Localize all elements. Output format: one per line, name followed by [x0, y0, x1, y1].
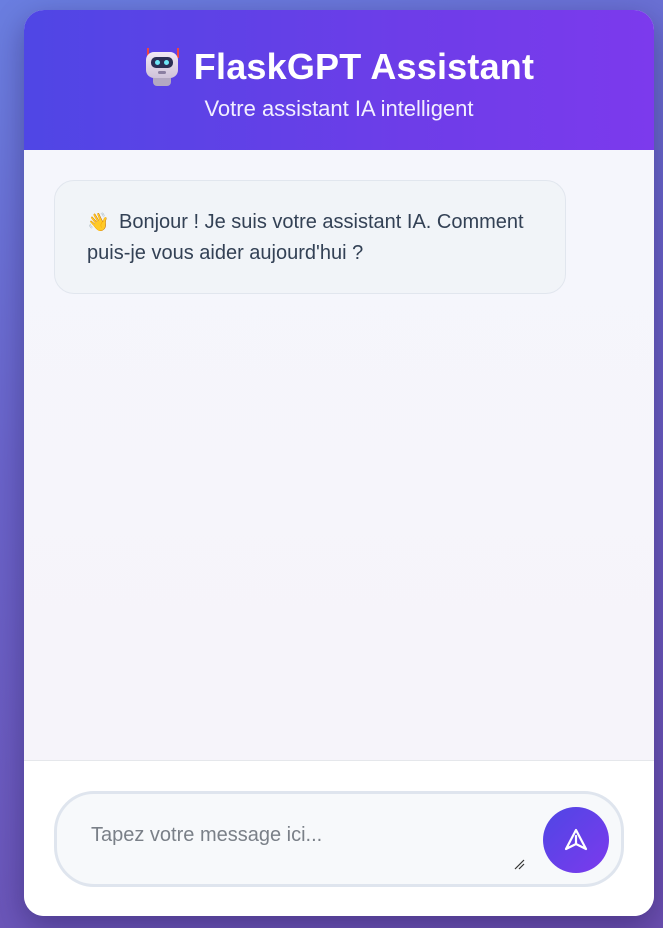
message-input-wrapper [54, 791, 624, 887]
waving-hand-icon: 👋 [87, 212, 110, 232]
send-icon [564, 828, 588, 851]
robot-icon [144, 48, 180, 86]
message-text: Bonjour ! Je suis votre assistant IA. Co… [87, 211, 524, 264]
app-subtitle: Votre assistant IA intelligent [204, 96, 474, 121]
app-title: FlaskGPT Assistant [193, 46, 535, 87]
composer [24, 760, 654, 916]
message-list: 👋 Bonjour ! Je suis votre assistant IA. … [24, 150, 654, 760]
chat-window: FlaskGPT Assistant Votre assistant IA in… [24, 10, 654, 916]
message-input[interactable] [91, 824, 511, 858]
resize-handle-icon[interactable] [513, 858, 525, 870]
send-button[interactable] [543, 807, 609, 873]
title-row: FlaskGPT Assistant [24, 46, 654, 88]
assistant-message: 👋 Bonjour ! Je suis votre assistant IA. … [54, 180, 566, 294]
header: FlaskGPT Assistant Votre assistant IA in… [24, 10, 654, 150]
